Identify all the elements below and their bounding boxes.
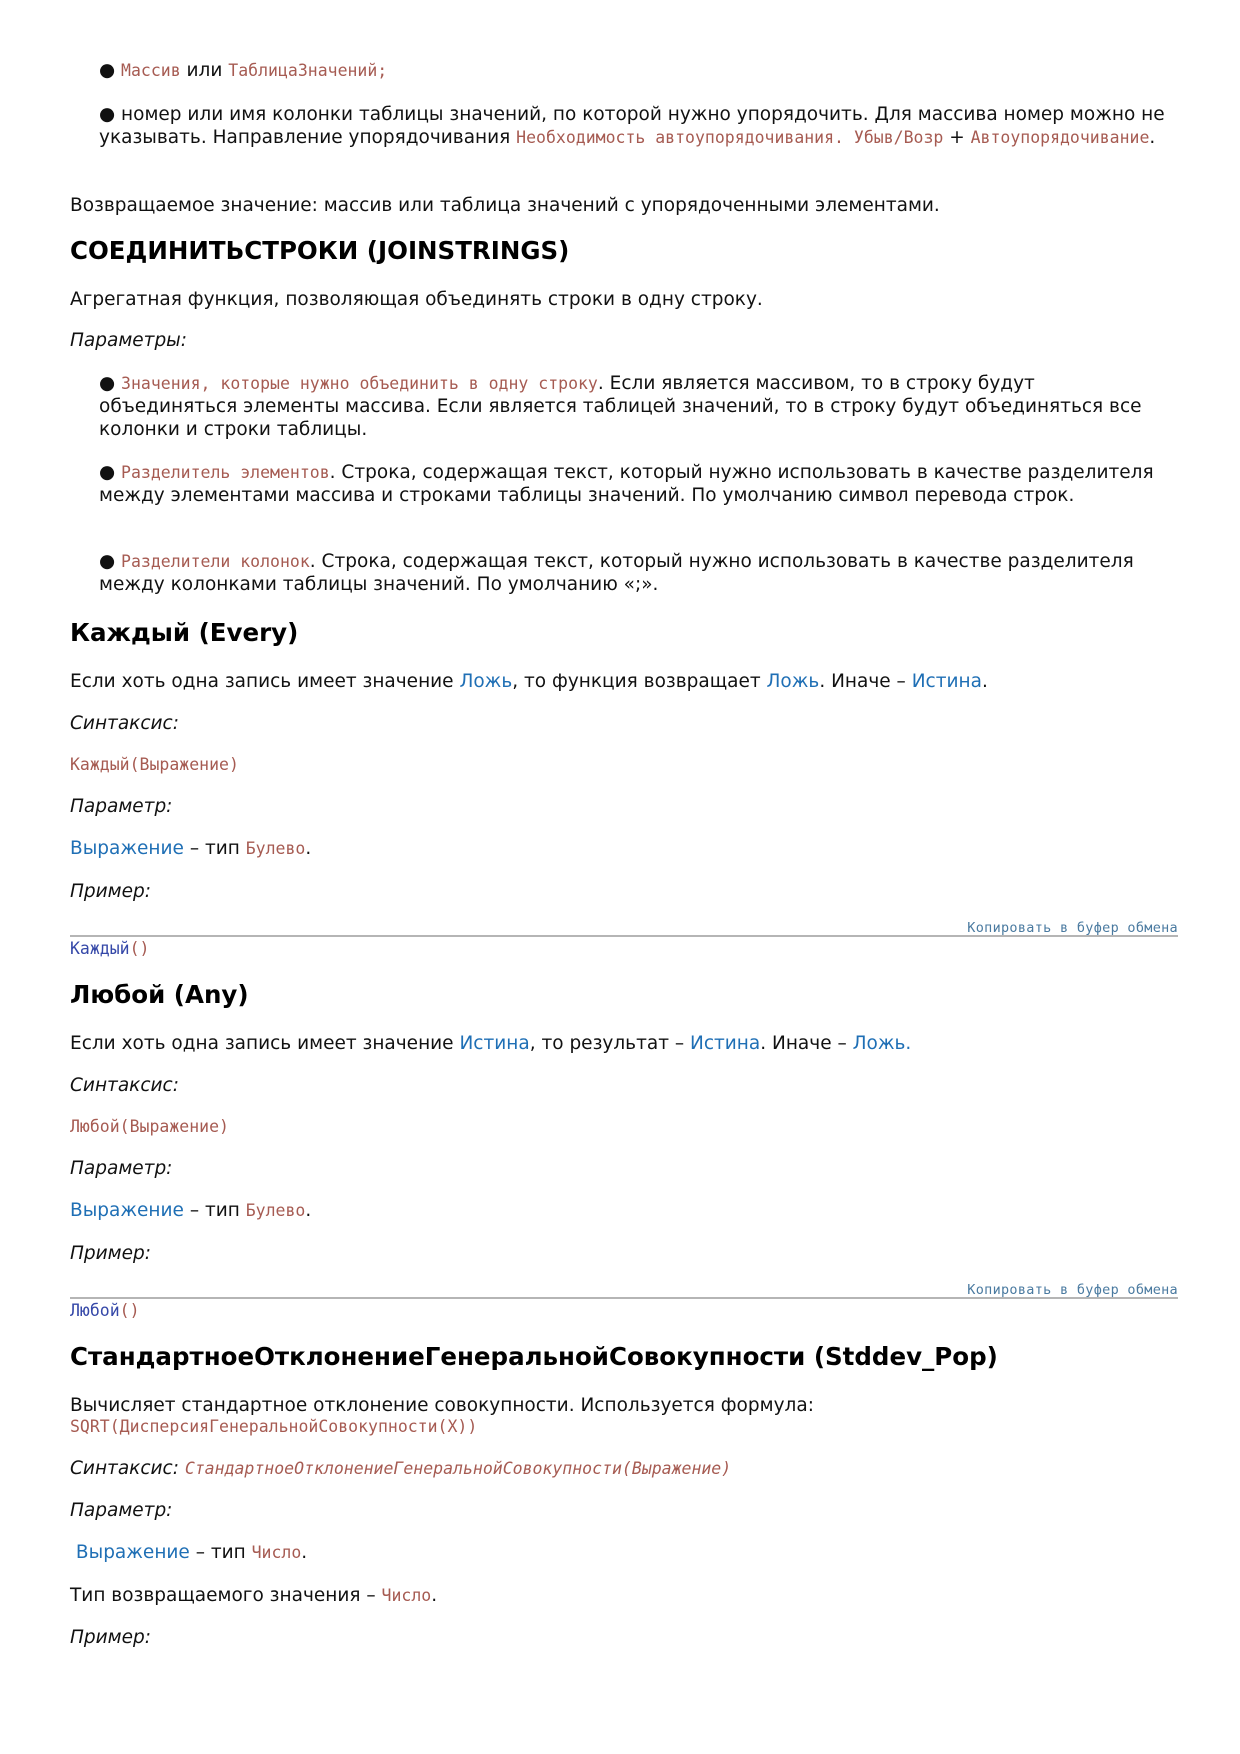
list-item: ● Разделитель элементов. Строка, содержа… (99, 461, 1178, 507)
bullet: ● (99, 60, 116, 81)
param-label: Параметр: (70, 1500, 173, 1521)
text: + (943, 127, 971, 148)
description: Вычисляет стандартное отклонение совокуп… (70, 1395, 814, 1416)
text: . (1149, 127, 1156, 148)
syntax-label: Синтаксис: (70, 713, 179, 734)
example-label: Пример: (70, 1243, 151, 1264)
description: Если хоть одна запись имеет значение Лож… (70, 671, 988, 692)
section-heading-every: Каждый (Every) (70, 618, 299, 647)
code-parens: () (119, 1301, 140, 1320)
description: Если хоть одна запись имеет значение Ист… (70, 1033, 912, 1054)
divider (70, 1297, 1178, 1299)
code-term: Число (251, 1543, 302, 1562)
formula-code: SQRT(ДисперсияГенеральнойСовокупности(X)… (70, 1417, 478, 1436)
code-keyword: Любой (70, 1301, 120, 1320)
value-link[interactable]: Истина (912, 671, 982, 692)
list-item: ● Значения, которые нужно объединить в о… (99, 372, 1178, 441)
param-link[interactable]: Выражение (70, 838, 184, 859)
section-heading-joinstrings: СОЕДИНИТЬСТРОКИ (JOINSTRINGS) (70, 236, 570, 265)
syntax-label: Синтаксис: (70, 1075, 179, 1096)
bullet: ● (99, 373, 116, 394)
bullet: ● (99, 462, 116, 483)
code-parens: () (129, 939, 150, 958)
param-label: Параметр: (70, 796, 173, 817)
value-link[interactable]: Ложь (459, 671, 512, 692)
bullet: ● (99, 104, 116, 125)
syntax-code: СтандартноеОтклонениеГенеральнойСовокупн… (184, 1459, 732, 1478)
return-value-text: Возвращаемое значение: массив или таблиц… (70, 195, 940, 216)
value-link[interactable]: Истина (459, 1033, 529, 1054)
text: или (180, 60, 229, 81)
code-term: Массив (121, 61, 181, 80)
description: Агрегатная функция, позволяющая объединя… (70, 289, 763, 310)
syntax-label: Синтаксис: (70, 1458, 185, 1479)
code-example: Любой() (70, 1299, 140, 1322)
code-term: Значения, которые нужно объединить в одн… (121, 374, 598, 393)
syntax-line: Синтаксис: СтандартноеОтклонениеГенераль… (70, 1457, 1178, 1480)
syntax-code: Каждый(Выражение) (70, 755, 239, 774)
code-term: Булево (245, 839, 306, 858)
param-line: Выражение – тип Булево. (70, 838, 312, 859)
code-term: Разделитель элементов (121, 463, 330, 482)
params-label: Параметры: (70, 330, 188, 351)
value-link[interactable]: Ложь (767, 671, 820, 692)
code-keyword: Каждый (70, 939, 130, 958)
param-line: Выражение – тип Число. (75, 1542, 308, 1563)
bullet: ● (99, 551, 116, 572)
list-item: ● Массив или ТаблицаЗначений; (99, 59, 1178, 82)
list-item: ● Разделители колонок. Строка, содержаща… (99, 550, 1178, 596)
return-type-line: Тип возвращаемого значения – Число. (70, 1585, 438, 1606)
syntax-code: Любой(Выражение) (70, 1117, 229, 1136)
param-link[interactable]: Выражение (76, 1542, 190, 1563)
param-link[interactable]: Выражение (70, 1200, 184, 1221)
code-term: Разделители колонок (121, 552, 310, 571)
example-label: Пример: (70, 1627, 151, 1648)
example-label: Пример: (70, 881, 151, 902)
code-term: Необходимость автоупорядочивания. Убыв/В… (516, 128, 944, 147)
section-heading-stddev-pop: СтандартноеОтклонениеГенеральнойСовокупн… (70, 1342, 998, 1371)
code-term: ТаблицаЗначений; (228, 61, 388, 80)
code-term: Булево (245, 1201, 306, 1220)
code-term: Автоупорядочивание (970, 128, 1150, 147)
divider (70, 935, 1178, 937)
list-item: ● номер или имя колонки таблицы значений… (99, 103, 1178, 149)
param-line: Выражение – тип Булево. (70, 1200, 312, 1221)
value-link[interactable]: Ложь. (853, 1033, 912, 1054)
code-term: Число (381, 1586, 432, 1605)
code-example: Каждый() (70, 937, 149, 960)
value-link[interactable]: Истина (690, 1033, 760, 1054)
param-label: Параметр: (70, 1158, 173, 1179)
section-heading-any: Любой (Any) (70, 980, 249, 1009)
